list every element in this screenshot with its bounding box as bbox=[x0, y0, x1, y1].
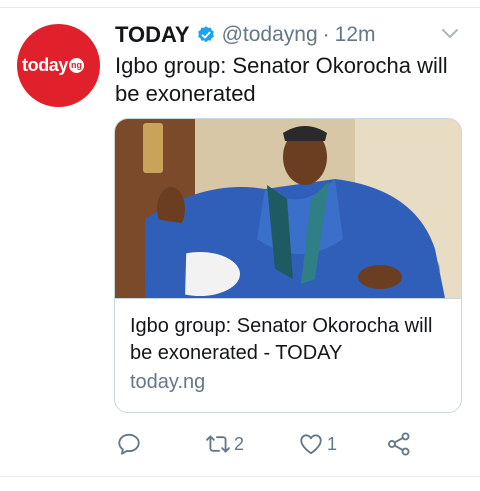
avatar-logo: today ng bbox=[22, 55, 98, 75]
author-name[interactable]: TODAY bbox=[115, 22, 190, 48]
card-image bbox=[115, 119, 461, 298]
retweet-icon bbox=[206, 435, 230, 453]
card-domain: today.ng bbox=[130, 371, 206, 393]
heart-icon bbox=[300, 434, 322, 455]
bottom-divider bbox=[0, 476, 480, 477]
card-body: Igbo group: Senator Okorocha will be exo… bbox=[115, 298, 461, 412]
like-button[interactable]: 1 bbox=[298, 428, 337, 460]
avatar-badge-text: ng bbox=[69, 57, 85, 73]
chevron-down-icon[interactable] bbox=[440, 27, 460, 41]
author-handle[interactable]: @todayng bbox=[222, 23, 318, 47]
header-separator: · bbox=[322, 23, 330, 46]
reply-button[interactable] bbox=[116, 428, 145, 460]
share-icon bbox=[388, 432, 410, 456]
retweet-count: 2 bbox=[234, 433, 245, 454]
retweet-button[interactable]: 2 bbox=[205, 428, 244, 460]
link-card[interactable]: Igbo group: Senator Okorocha will be exo… bbox=[114, 118, 462, 413]
share-button[interactable] bbox=[386, 428, 415, 460]
reply-icon bbox=[118, 433, 140, 455]
avatar[interactable]: today ng bbox=[17, 24, 100, 107]
top-divider bbox=[0, 0, 480, 8]
verified-badge-icon bbox=[197, 26, 214, 43]
tweet-text: Igbo group: Senator Okorocha will be exo… bbox=[115, 53, 448, 106]
card-title: Igbo group: Senator Okorocha will be exo… bbox=[130, 315, 433, 364]
tweet-actions: 2 1 bbox=[0, 428, 480, 460]
avatar-brand-text: today bbox=[22, 54, 69, 75]
like-count: 1 bbox=[327, 433, 338, 454]
card-photo bbox=[115, 119, 461, 298]
tweet-timestamp[interactable]: 12m bbox=[335, 23, 376, 47]
tweet-header: TODAY @todayng · 12m bbox=[115, 20, 376, 50]
